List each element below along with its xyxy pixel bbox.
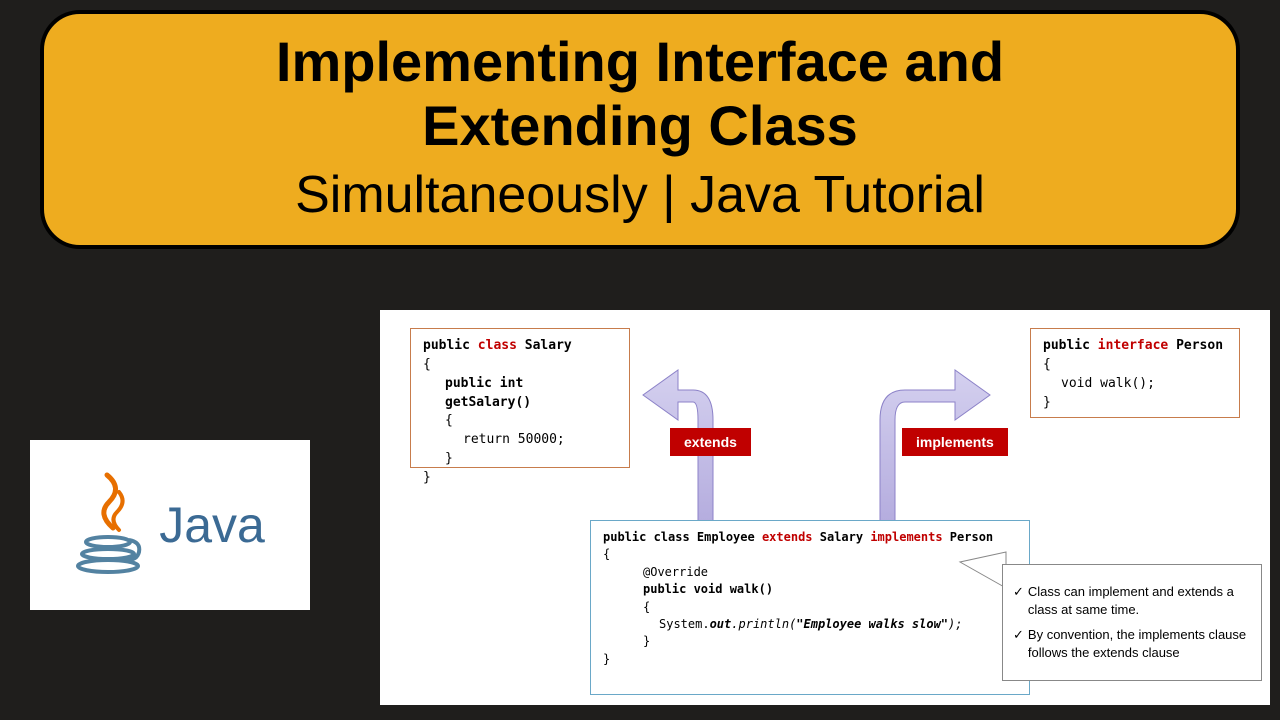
note-item: ✓ By convention, the implements clause f…: [1013, 626, 1251, 662]
code-text: }: [603, 651, 1017, 668]
code-text: void walk();: [1043, 375, 1227, 394]
code-text: System.: [659, 617, 710, 631]
code-text: @Override: [603, 564, 1017, 581]
java-cup-icon: [75, 470, 145, 580]
code-text: {: [603, 546, 1017, 563]
code-text: {: [603, 599, 1017, 616]
code-text: public int getSalary(): [423, 375, 617, 413]
java-logo: Java: [30, 440, 310, 610]
person-interface-box: public interface Person { void walk(); }: [1030, 328, 1240, 418]
note-text: Class can implement and extends a class …: [1028, 583, 1251, 619]
code-text: return 50000;: [423, 431, 617, 450]
keyword-interface: interface: [1098, 338, 1168, 353]
code-text: public void walk(): [603, 581, 1017, 598]
code-text: {: [1043, 356, 1227, 375]
implements-tag: implements: [902, 428, 1008, 456]
code-text: {: [423, 412, 617, 431]
extends-tag: extends: [670, 428, 751, 456]
note-text: By convention, the implements clause fol…: [1028, 626, 1251, 662]
code-text: public class Employee: [603, 530, 762, 544]
code-text: Salary: [813, 530, 871, 544]
callout-pointer-icon: [958, 550, 1008, 590]
salary-class-box: public class Salary { public int getSala…: [410, 328, 630, 468]
code-text: }: [423, 469, 617, 488]
title-banner: Implementing Interface and Extending Cla…: [40, 10, 1240, 249]
code-text: Salary: [517, 338, 572, 353]
diagram-panel: public class Salary { public int getSala…: [380, 310, 1270, 705]
code-text: );: [948, 617, 962, 631]
check-icon: ✓: [1013, 626, 1024, 662]
note-item: ✓ Class can implement and extends a clas…: [1013, 583, 1251, 619]
code-text: Person: [1168, 338, 1223, 353]
code-text: .println(: [731, 617, 796, 631]
check-icon: ✓: [1013, 583, 1024, 619]
title-subheading: Simultaneously | Java Tutorial: [74, 165, 1206, 225]
code-text: {: [423, 356, 617, 375]
employee-class-box: public class Employee extends Salary imp…: [590, 520, 1030, 695]
code-text: }: [1043, 394, 1227, 413]
java-logo-text: Java: [159, 496, 265, 554]
code-text: public: [1043, 338, 1098, 353]
keyword-extends: extends: [762, 530, 813, 544]
keyword-class: class: [478, 338, 517, 353]
code-text: }: [603, 633, 1017, 650]
title-line-1a: Implementing Interface and: [276, 30, 1004, 93]
keyword-implements: implements: [870, 530, 942, 544]
code-text: Person: [943, 530, 994, 544]
title-heading: Implementing Interface and Extending Cla…: [74, 30, 1206, 159]
code-text: "Employee walks slow": [796, 617, 948, 631]
code-text: out: [710, 617, 732, 631]
code-text: public: [423, 338, 478, 353]
notes-callout: ✓ Class can implement and extends a clas…: [1002, 564, 1262, 681]
code-text: }: [423, 450, 617, 469]
title-line-1b: Extending Class: [422, 94, 858, 157]
